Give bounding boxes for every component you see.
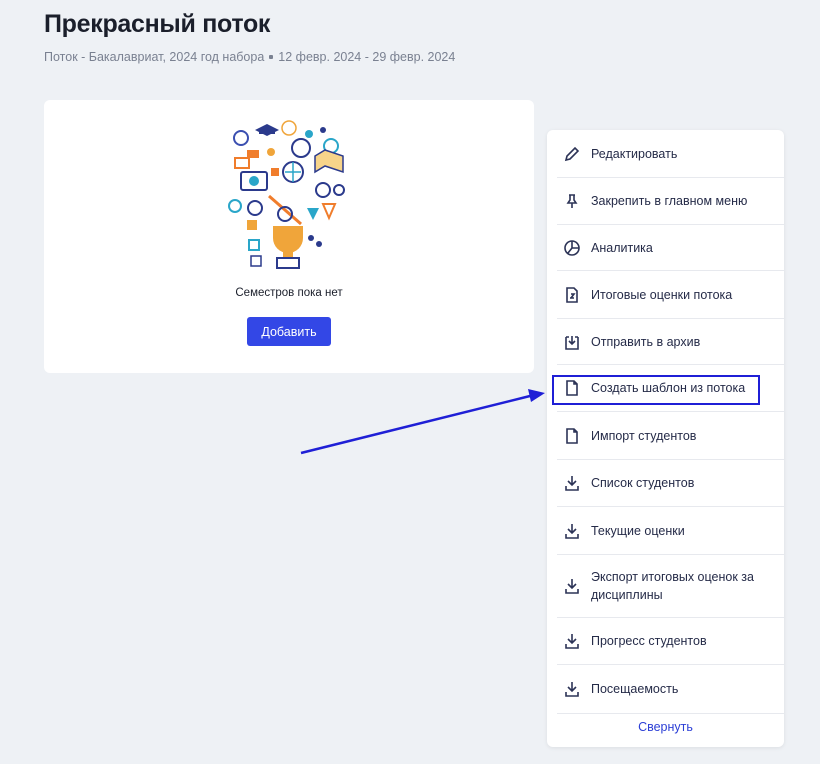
menu-item-label: Экспорт итоговых оценок за дисциплины [591,570,754,602]
document-icon [563,427,581,445]
menu-item-import-students[interactable]: Импорт студентов [557,412,784,460]
archive-icon [563,333,581,351]
page-subtitle: Поток - Бакалавриат, 2024 год набора 12 ф… [44,50,455,64]
menu-item-label: Текущие оценки [591,523,685,538]
menu-item-label: Закрепить в главном меню [591,194,748,208]
collapse-link[interactable]: Свернуть [547,720,784,734]
menu-item-current-grades[interactable]: Текущие оценки [557,507,784,555]
highlight-box [552,375,760,405]
education-illustration [228,120,345,269]
subtitle-dates: 12 февр. 2024 - 29 февр. 2024 [278,50,456,64]
pin-icon [563,192,581,210]
menu-item-label: Импорт студентов [591,428,697,443]
empty-state-text: Семестров пока нет [235,287,343,299]
menu-item-analytics[interactable]: Аналитика [557,225,784,271]
page-title: Прекрасный поток [44,10,271,38]
subtitle-program: Поток - Бакалавриат, 2024 год набора [44,50,265,64]
add-semester-button[interactable]: Добавить [247,317,331,346]
download-icon [563,522,581,540]
menu-item-label: Посещаемость [591,682,679,696]
menu-item-label: Итоговые оценки потока [591,287,733,302]
menu-item-final-grades[interactable]: Итоговые оценки потока [557,271,784,319]
download-icon [563,632,581,650]
download-icon [563,680,581,698]
download-icon [563,474,581,492]
menu-item-student-progress[interactable]: Прогресс студентов [557,618,784,665]
menu-item-label: Редактировать [591,146,678,161]
semesters-card: Семестров пока нет Добавить [44,100,534,373]
pie-chart-icon [563,239,581,257]
menu-item-export-grades[interactable]: Экспорт итоговых оценок за дисциплины [557,555,784,618]
download-icon [563,577,581,595]
actions-menu: Редактировать Закрепить в главном меню А… [547,130,784,747]
menu-item-label: Список студентов [591,476,695,490]
menu-item-archive[interactable]: Отправить в архив [557,319,784,365]
grade-document-icon [563,286,581,304]
separator-dot [269,54,274,59]
menu-item-attendance[interactable]: Посещаемость [557,665,784,714]
menu-item-label: Аналитика [591,240,653,255]
menu-item-edit[interactable]: Редактировать [557,130,784,178]
pencil-icon [563,145,581,163]
menu-item-pin[interactable]: Закрепить в главном меню [557,178,784,225]
menu-item-label: Отправить в архив [591,334,701,349]
menu-item-label: Прогресс студентов [591,634,707,648]
menu-item-student-list[interactable]: Список студентов [557,460,784,507]
